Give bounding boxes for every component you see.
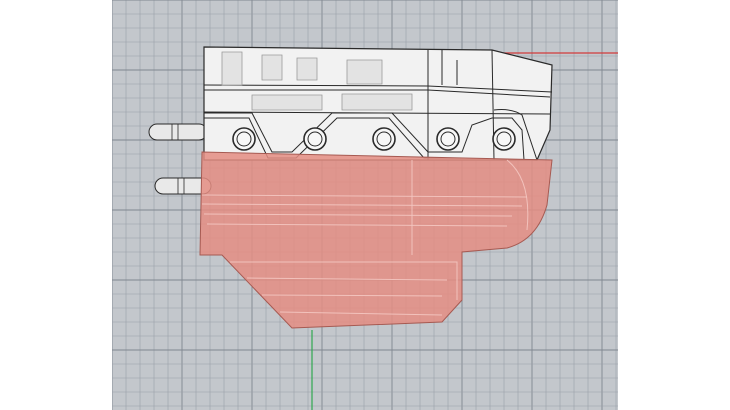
mounting-hole bbox=[303, 127, 327, 151]
mounting-hole bbox=[492, 127, 516, 151]
3d-viewport[interactable] bbox=[112, 0, 618, 410]
mounting-hole bbox=[372, 127, 396, 151]
viewport-frame bbox=[0, 0, 730, 410]
mounting-hole bbox=[232, 127, 256, 151]
scene-canvas[interactable] bbox=[112, 0, 618, 410]
upper-rod[interactable] bbox=[148, 123, 208, 141]
mounting-hole bbox=[436, 127, 460, 151]
